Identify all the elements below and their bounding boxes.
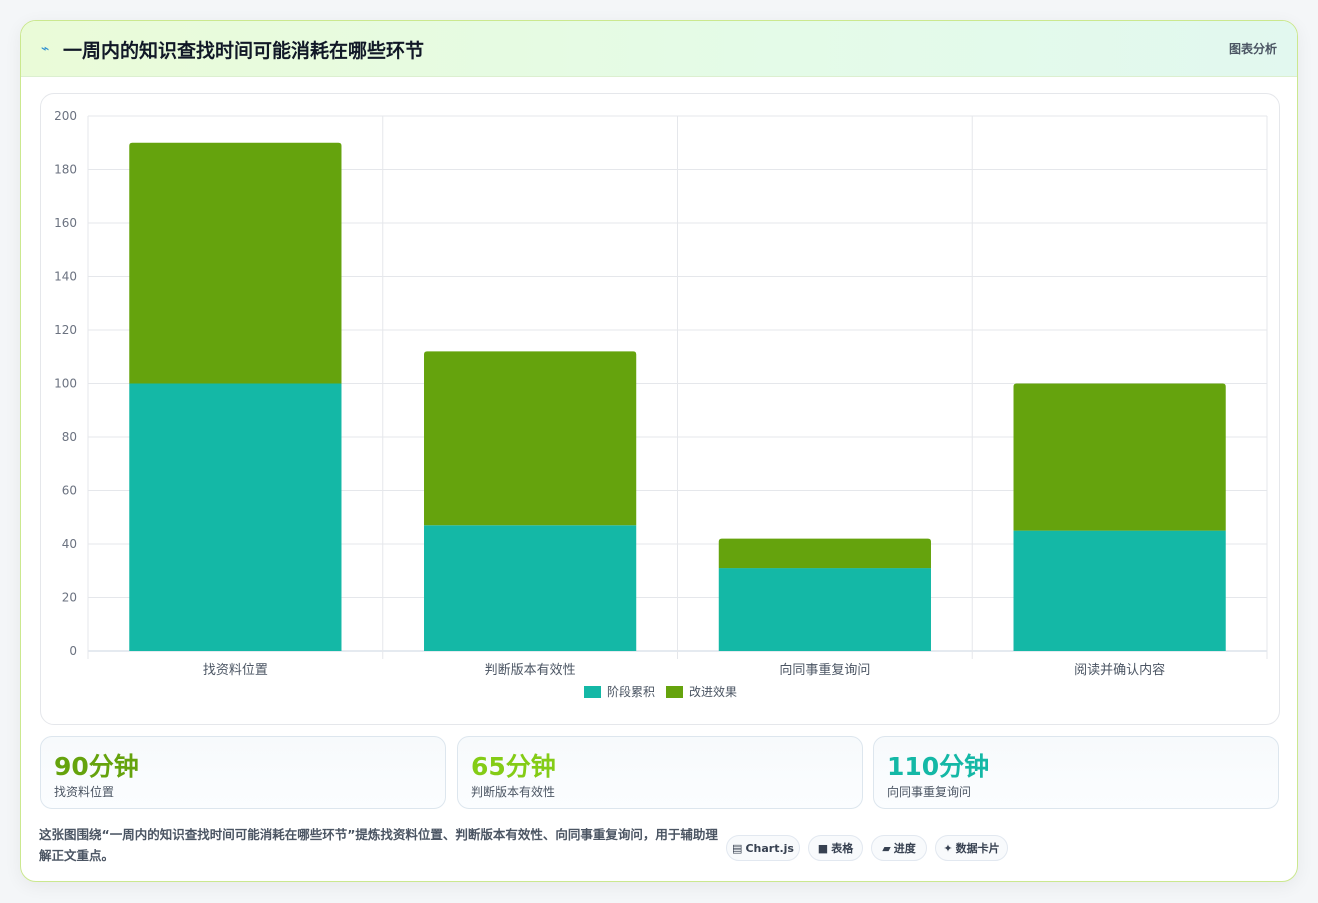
- y-tick-label: 60: [62, 484, 77, 498]
- sparkle-icon: ✦: [943, 841, 953, 855]
- legend-label: 阶段累积: [607, 684, 655, 699]
- chip-label: Chart.js: [745, 841, 794, 855]
- chip-label: 表格: [831, 842, 854, 855]
- y-tick-label: 0: [69, 644, 77, 658]
- y-tick-label: 140: [54, 270, 77, 284]
- table-icon: ■: [817, 841, 829, 855]
- kpi-card-1: 90分钟 找资料位置: [40, 736, 446, 809]
- bar-segment: [1013, 530, 1226, 651]
- x-tick-label: 判断版本有效性: [485, 663, 576, 678]
- lightning-icon: ⌁: [41, 41, 50, 57]
- chart-description: 这张图围绕“一周内的知识查找时间可能消耗在哪些环节”提炼找资料位置、判断版本有效…: [39, 827, 718, 863]
- bar-segment: [129, 142, 342, 384]
- card-title: 一周内的知识查找时间可能消耗在哪些环节: [63, 40, 425, 62]
- kpi-value: 90分钟: [54, 752, 139, 781]
- chip-label: 进度: [893, 842, 916, 855]
- stacked-bar-chart: 0 20 40 60 80 100 120 140 160 180 200 找资料位置 判断版本有效性 向…: [54, 109, 1268, 699]
- legend-label: 改进效果: [689, 684, 737, 699]
- bar-segment: [1013, 383, 1226, 531]
- bar-segment: [424, 351, 637, 526]
- y-tick-label: 80: [62, 430, 77, 444]
- kpi-value: 110分钟: [887, 752, 990, 781]
- kpi-label: 找资料位置: [54, 785, 115, 799]
- bar-segment: [718, 568, 931, 651]
- bar-segment: [129, 383, 342, 651]
- y-tick-label: 40: [62, 537, 77, 551]
- y-tick-label: 20: [62, 591, 77, 605]
- bar-segment: [424, 525, 637, 651]
- kpi-value: 65分钟: [471, 752, 556, 781]
- chip-progress[interactable]: ▰ 进度: [871, 835, 927, 861]
- kpi-card-3: 110分钟 向同事重复询问: [873, 736, 1279, 809]
- legend-swatch: [666, 686, 683, 698]
- y-tick-label: 160: [54, 216, 77, 230]
- x-tick-label: 找资料位置: [203, 663, 268, 678]
- y-tick-label: 120: [54, 323, 77, 337]
- chip-data-cards[interactable]: ✦ 数据卡片: [935, 835, 1008, 861]
- card-header: ⌁ 一周内的知识查找时间可能消耗在哪些环节 图表分析: [21, 21, 1297, 77]
- bar-segment: [718, 538, 931, 569]
- y-tick-label: 200: [54, 109, 77, 123]
- x-tick-label: 阅读并确认内容: [1074, 662, 1165, 678]
- kpi-label: 判断版本有效性: [471, 785, 556, 799]
- kpi-label: 向同事重复询问: [887, 785, 972, 799]
- chart-container: 0 20 40 60 80 100 120 140 160 180 200 找资料位置 判断版本有效性 向…: [40, 93, 1280, 725]
- chart-card: ⌁ 一周内的知识查找时间可能消耗在哪些环节 图表分析 0 20 40 60 80 100 1…: [20, 20, 1298, 882]
- progress-icon: ▰: [882, 841, 891, 855]
- chart-analysis-link[interactable]: 图表分析: [1229, 40, 1277, 57]
- chart-icon: ▤: [732, 841, 743, 855]
- y-tick-label: 180: [54, 163, 77, 177]
- legend-swatch: [584, 686, 601, 698]
- kpi-card-2: 65分钟 判断版本有效性: [457, 736, 863, 809]
- y-tick-label: 100: [54, 377, 77, 391]
- chip-chartjs[interactable]: ▤ Chart.js: [726, 835, 800, 861]
- chip-label: 数据卡片: [955, 842, 1000, 855]
- x-tick-label: 向同事重复询问: [779, 662, 870, 678]
- chip-table[interactable]: ■ 表格: [808, 835, 863, 861]
